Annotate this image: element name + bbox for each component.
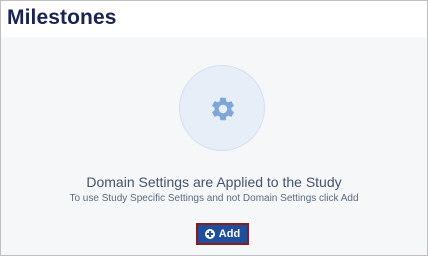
empty-state-heading: Domain Settings are Applied to the Study bbox=[86, 174, 342, 190]
panel-header: Milestones bbox=[1, 1, 427, 37]
gear-icon bbox=[212, 97, 234, 121]
plus-circle-icon bbox=[204, 229, 215, 239]
add-button[interactable]: Add bbox=[196, 223, 249, 245]
empty-state-subtext: To use Study Specific Settings and not D… bbox=[69, 193, 359, 204]
empty-state-illustration bbox=[179, 65, 265, 151]
add-button-label: Add bbox=[218, 228, 241, 240]
milestones-panel: Milestones Domain Settings are Applied t… bbox=[0, 0, 428, 256]
page-title: Milestones bbox=[7, 6, 117, 29]
